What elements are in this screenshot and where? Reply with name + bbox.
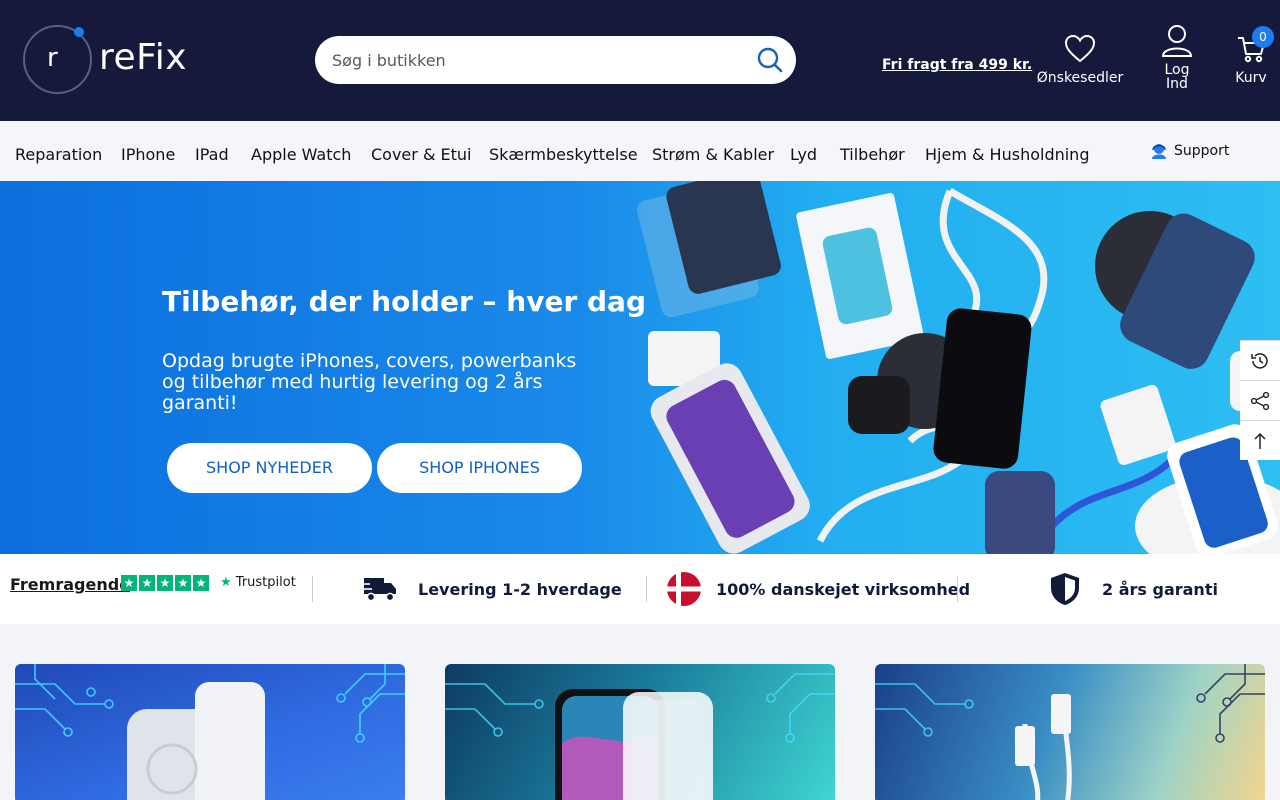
cart-count-badge: 0	[1252, 26, 1274, 48]
trustpilot-logo[interactable]: ★ Trustpilot	[220, 575, 296, 590]
headset-icon	[1152, 144, 1166, 159]
heart-icon	[1064, 34, 1096, 63]
nav-item-reparation[interactable]: Reparation	[15, 145, 102, 164]
shop-news-button[interactable]: SHOP NYHEDER	[167, 443, 372, 493]
nav-item-tilbehor[interactable]: Tilbehør	[840, 145, 905, 164]
category-card-powerbank[interactable]	[15, 664, 405, 800]
danish-flag-icon	[667, 572, 701, 606]
star-icon: ★	[193, 575, 209, 591]
warranty-text: 2 års garanti	[1102, 580, 1218, 599]
user-icon	[1161, 25, 1193, 57]
trust-bar: Fremragende ★ ★ ★ ★ ★ ★ Trustpilot Lever…	[0, 554, 1280, 624]
logo-dot	[74, 27, 84, 37]
cable-image	[875, 664, 1265, 800]
truck-icon	[362, 578, 396, 602]
support-link[interactable]: Support	[1150, 142, 1229, 160]
shop-iphones-button[interactable]: SHOP IPHONES	[377, 443, 582, 493]
site-header: r reFix Fri fragt fra 499 kr. Ønskesedle…	[0, 0, 1280, 121]
hero-banner: Tilbehør, der holder – hver dag Opdag br…	[0, 181, 1280, 554]
refix-logo[interactable]: r reFix	[23, 25, 193, 95]
main-nav: Reparation IPhone IPad Apple Watch Cover…	[0, 121, 1280, 181]
divider	[646, 576, 647, 602]
divider	[312, 576, 313, 602]
back-to-top-button[interactable]	[1240, 420, 1280, 460]
shield-icon	[1051, 573, 1079, 605]
side-toolbar	[1240, 340, 1280, 460]
screen-protector-image	[445, 673, 835, 800]
hero-product-image	[637, 181, 1280, 554]
star-icon: ★	[157, 575, 173, 591]
star-icon: ★	[175, 575, 191, 591]
login-link[interactable]: Log Ind	[1152, 24, 1202, 91]
cart-label: Kurv	[1235, 70, 1267, 86]
trustpilot-stars: ★ ★ ★ ★ ★	[121, 575, 209, 591]
nav-item-skaermbeskyttelse[interactable]: Skærmbeskyttelse	[489, 145, 638, 164]
search-bar	[315, 36, 796, 84]
search-input[interactable]	[332, 46, 752, 74]
free-shipping-link[interactable]: Fri fragt fra 499 kr.	[882, 57, 1032, 73]
divider	[957, 576, 958, 602]
history-icon	[1251, 352, 1268, 369]
powerbank-image	[15, 664, 405, 800]
trustpilot-rating-word[interactable]: Fremragende	[10, 575, 130, 594]
trustpilot-star-icon: ★	[220, 575, 232, 590]
danish-company-text: 100% danskejet virksomhed	[716, 580, 971, 599]
nav-item-cover-etui[interactable]: Cover & Etui	[371, 145, 471, 164]
wishlist-link[interactable]: Ønskesedler	[1034, 34, 1126, 86]
login-label: Log Ind	[1164, 62, 1190, 92]
search-icon	[757, 47, 783, 73]
share-button[interactable]	[1240, 380, 1280, 420]
star-icon: ★	[139, 575, 155, 591]
category-card-cables[interactable]	[875, 664, 1265, 800]
star-icon: ★	[121, 575, 137, 591]
trustpilot-text: Trustpilot	[235, 575, 296, 590]
nav-item-iphone[interactable]: IPhone	[121, 145, 175, 164]
logo-text: reFix	[99, 37, 188, 78]
nav-item-hjem-husholdning[interactable]: Hjem & Husholdning	[925, 145, 1089, 164]
nav-item-apple-watch[interactable]: Apple Watch	[251, 145, 351, 164]
hero-title: Tilbehør, der holder – hver dag	[162, 285, 646, 318]
nav-item-strom-kabler[interactable]: Strøm & Kabler	[652, 145, 774, 164]
hero-subtitle: Opdag brugte iPhones, covers, powerbanks…	[162, 350, 577, 414]
logo-mark: r	[47, 43, 58, 73]
delivery-text: Levering 1-2 hverdage	[418, 580, 622, 599]
recently-viewed-button[interactable]	[1240, 340, 1280, 380]
nav-item-ipad[interactable]: IPad	[195, 145, 229, 164]
category-card-screen-protection[interactable]	[445, 664, 835, 800]
support-label: Support	[1174, 143, 1230, 159]
wishlist-label: Ønskesedler	[1036, 70, 1124, 86]
share-icon	[1250, 391, 1270, 410]
arrow-up-icon	[1254, 432, 1266, 449]
nav-item-lyd[interactable]: Lyd	[790, 145, 817, 164]
search-button[interactable]	[756, 46, 784, 74]
